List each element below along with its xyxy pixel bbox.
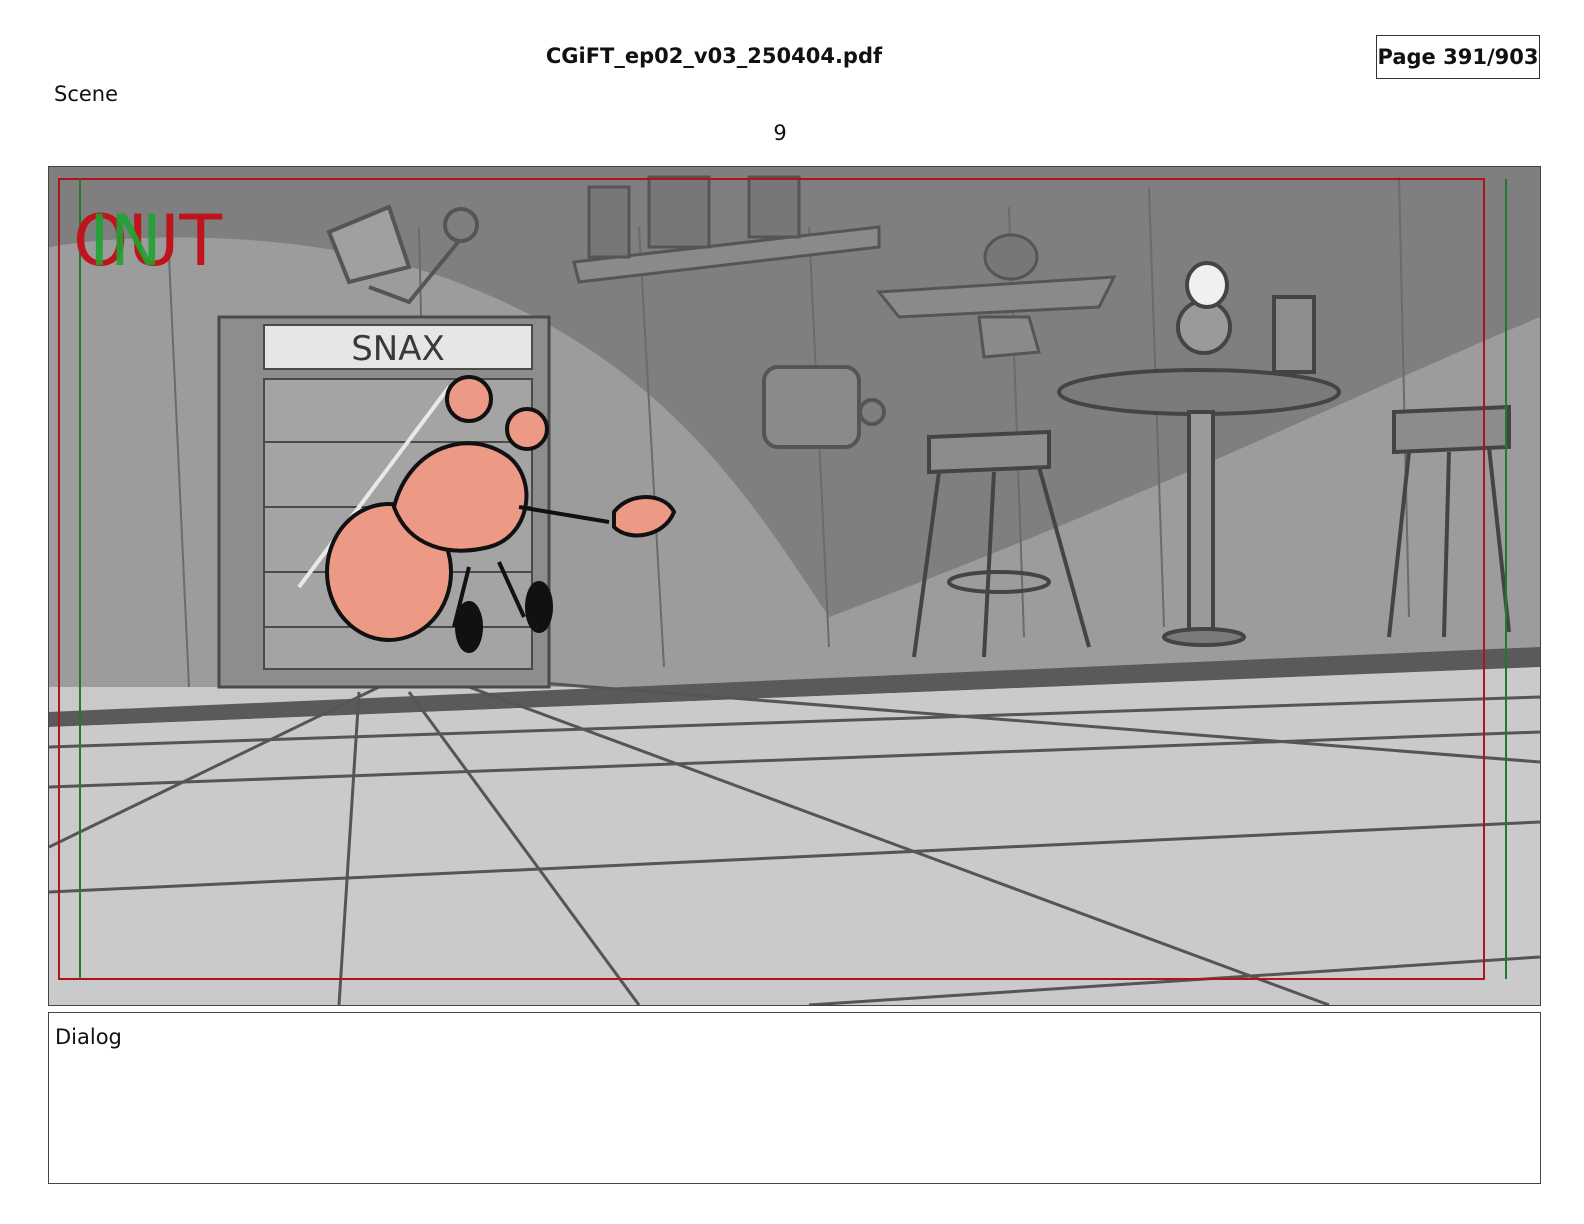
scene-label: Scene <box>54 82 119 106</box>
scene-number: 9 <box>773 121 787 145</box>
page-counter-box: Page 391/903 <box>1376 35 1540 79</box>
document-title: CGiFT_ep02_v03_250404.pdf <box>545 44 883 68</box>
dialog-label: Dialog <box>55 1025 122 1049</box>
in-marker: IN <box>89 200 162 282</box>
storyboard-panel: SNAX OUT IN <box>48 166 1541 1006</box>
page-counter: Page 391/903 <box>1377 45 1539 69</box>
dialog-box: Dialog <box>48 1012 1541 1184</box>
snax-sign: SNAX <box>351 329 445 369</box>
panel-drawing: SNAX OUT IN <box>49 167 1540 1005</box>
